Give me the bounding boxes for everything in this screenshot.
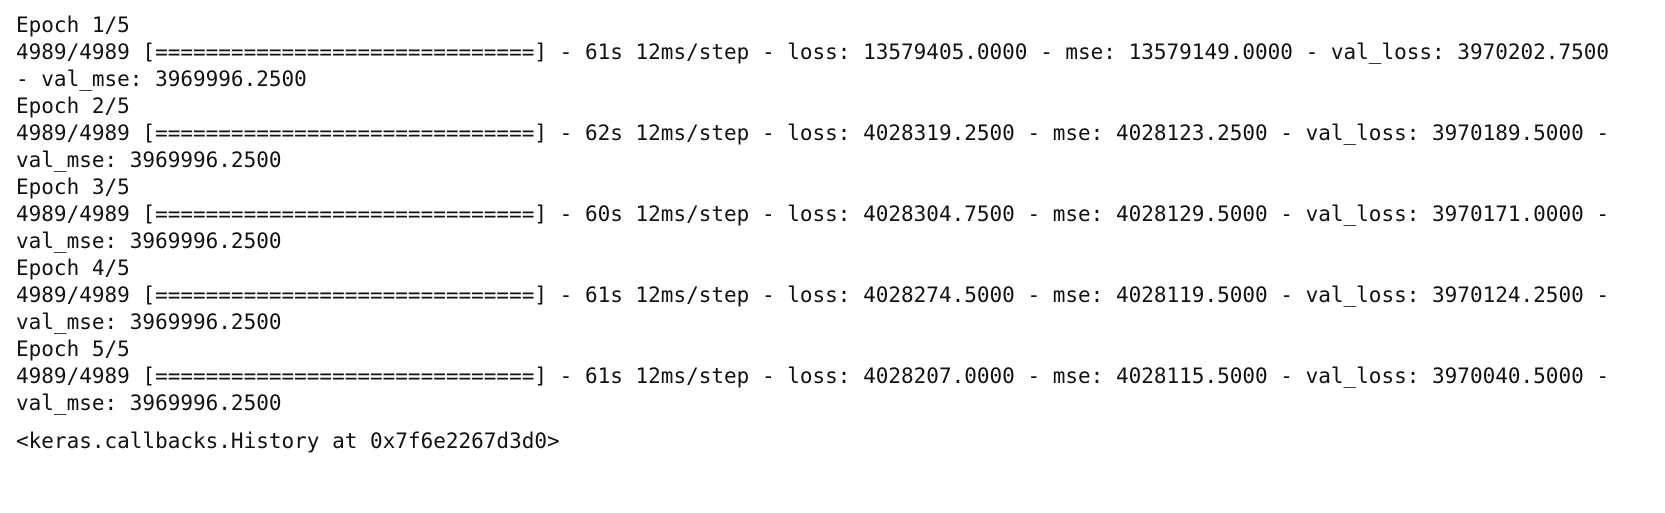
epoch-3-val-mse: val_mse: 3969996.2500 bbox=[16, 229, 282, 253]
epoch-1-header: Epoch 1/5 bbox=[16, 13, 130, 37]
epoch-3-progress: 4989/4989 [=============================… bbox=[16, 202, 1610, 226]
epoch-4-val-mse: val_mse: 3969996.2500 bbox=[16, 310, 282, 334]
epoch-4-header: Epoch 4/5 bbox=[16, 256, 130, 280]
epoch-3-header: Epoch 3/5 bbox=[16, 175, 130, 199]
epoch-2-header: Epoch 2/5 bbox=[16, 94, 130, 118]
output-spacer bbox=[16, 417, 1665, 428]
epoch-5-val-mse: val_mse: 3969996.2500 bbox=[16, 391, 282, 415]
history-return-value: <keras.callbacks.History at 0x7f6e2267d3… bbox=[16, 429, 560, 453]
epoch-5-header: Epoch 5/5 bbox=[16, 337, 130, 361]
epoch-2-progress: 4989/4989 [=============================… bbox=[16, 121, 1610, 145]
notebook-cell-output: Epoch 1/5 4989/4989 [===================… bbox=[0, 0, 1665, 513]
epoch-1-progress: 4989/4989 [=============================… bbox=[16, 40, 1610, 64]
epoch-4-progress: 4989/4989 [=============================… bbox=[16, 283, 1610, 307]
epoch-1-val-mse: - val_mse: 3969996.2500 bbox=[16, 67, 307, 91]
epoch-2-val-mse: val_mse: 3969996.2500 bbox=[16, 148, 282, 172]
epoch-5-progress: 4989/4989 [=============================… bbox=[16, 364, 1610, 388]
